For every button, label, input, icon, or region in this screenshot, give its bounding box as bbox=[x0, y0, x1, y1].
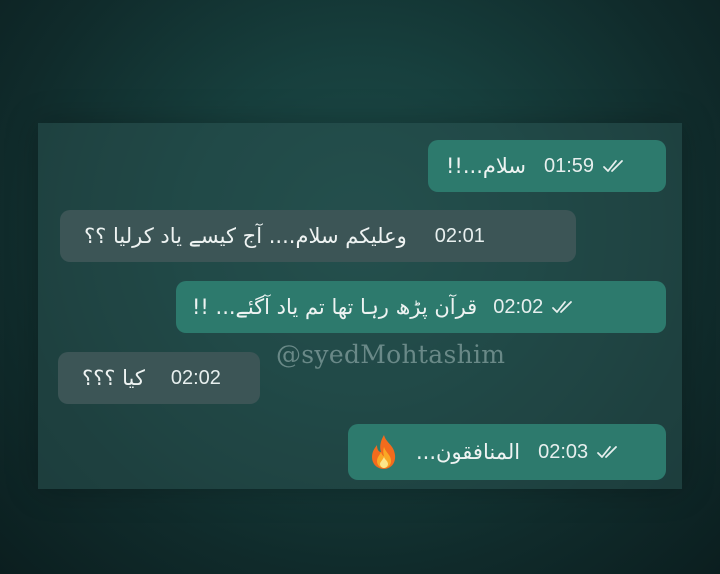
message-bubble-outgoing[interactable]: المنافقون... 02:03 bbox=[348, 424, 666, 480]
double-check-icon bbox=[602, 158, 628, 174]
message-time: 02:02 bbox=[171, 367, 221, 390]
message-text: وعلیکم سلام.... آج کیسے یاد کرلیا ؟؟ bbox=[84, 224, 407, 248]
message-time: 02:02 bbox=[493, 296, 577, 319]
message-time-text: 01:59 bbox=[544, 154, 595, 177]
message-bubble-incoming[interactable]: وعلیکم سلام.... آج کیسے یاد کرلیا ؟؟ 02:… bbox=[60, 210, 576, 262]
message-bubble-outgoing[interactable]: قرآن پڑھ رہا تھا تم یاد آگئے... !! 02:02 bbox=[176, 281, 666, 333]
message-text: سلام...!! bbox=[446, 154, 526, 178]
double-check-icon bbox=[596, 444, 622, 460]
double-check-icon bbox=[551, 299, 577, 315]
message-time: 01:59 bbox=[544, 155, 628, 178]
message-text: قرآن پڑھ رہا تھا تم یاد آگئے... !! bbox=[192, 295, 478, 319]
message-time-text: 02:02 bbox=[493, 295, 544, 318]
message-bubble-incoming[interactable]: کیا ؟؟؟ 02:02 bbox=[58, 352, 260, 404]
message-time-text: 02:03 bbox=[538, 440, 589, 463]
message-time-text: 02:01 bbox=[434, 224, 485, 247]
watermark: @syedMohtashim bbox=[276, 340, 506, 369]
message-bubble-outgoing[interactable]: سلام...!! 01:59 bbox=[428, 140, 666, 192]
message-text: کیا ؟؟؟ bbox=[82, 366, 145, 390]
fire-icon bbox=[366, 433, 402, 471]
message-time: 02:03 bbox=[538, 441, 622, 464]
message-text: المنافقون... bbox=[416, 440, 521, 464]
message-time: 02:01 bbox=[435, 225, 485, 248]
message-time-text: 02:02 bbox=[170, 366, 221, 389]
